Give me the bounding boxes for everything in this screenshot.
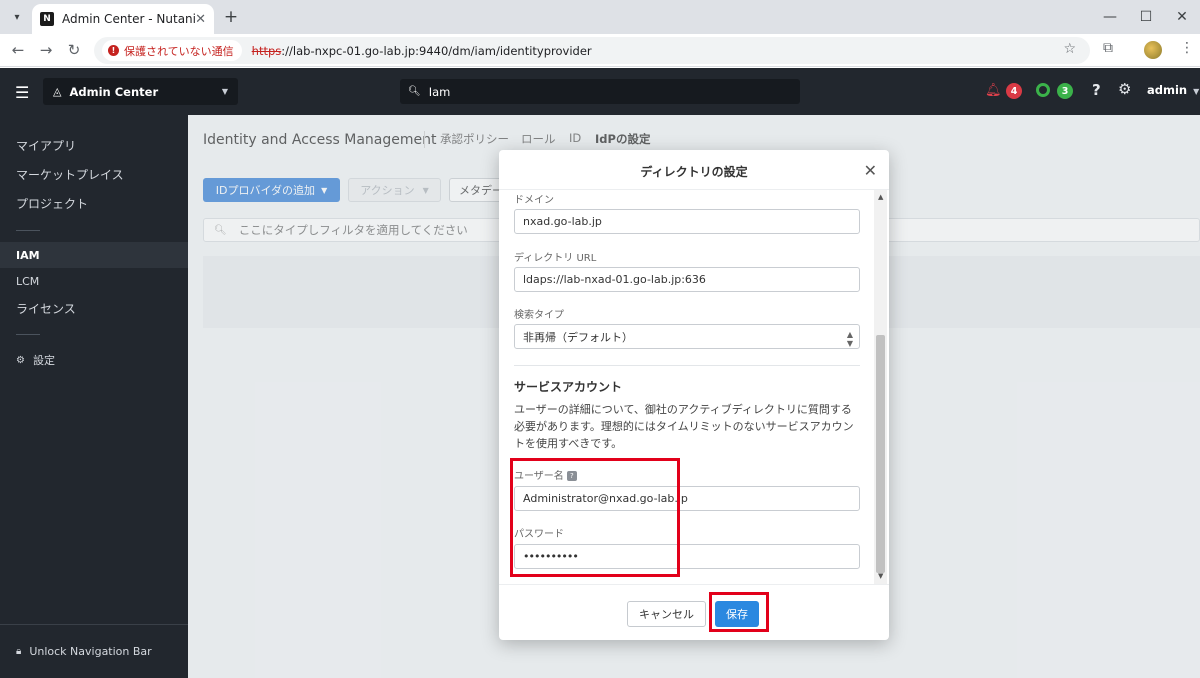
admin-center-icon: ◬ bbox=[53, 85, 62, 98]
search-type-value: 非再帰（デフォルト） bbox=[523, 330, 633, 344]
section-divider bbox=[514, 365, 860, 366]
bookmark-star-icon[interactable]: ☆ bbox=[1063, 41, 1076, 57]
security-label: 保護されていない通信 bbox=[124, 44, 234, 58]
help-icon[interactable]: ? bbox=[1092, 81, 1101, 99]
sidebar-divider bbox=[16, 230, 40, 231]
sidebar-divider bbox=[16, 334, 40, 335]
global-search-input[interactable]: 🔍︎ Iam bbox=[400, 79, 800, 104]
url-rest: ://lab-nxpc-01.go-lab.jp:9440/dm/iam/ide… bbox=[281, 43, 592, 58]
tasks-icon[interactable] bbox=[1036, 83, 1050, 97]
credentials-highlight-box bbox=[510, 458, 680, 577]
reload-button[interactable]: ↻ bbox=[62, 39, 86, 61]
sidebar-item-marketplace[interactable]: マーケットプレイス bbox=[0, 161, 188, 187]
alerts-count-badge[interactable]: 4 bbox=[1006, 83, 1022, 99]
sidebar-item-iam[interactable]: IAM bbox=[0, 242, 188, 268]
sidebar-item-settings[interactable]: ⚙ 設定 bbox=[0, 347, 188, 373]
app-switcher[interactable]: ◬ Admin Center ▼ bbox=[43, 78, 238, 105]
dialog-title: ディレクトリの設定 bbox=[640, 165, 748, 179]
unlock-navigation-bar[interactable]: 🔒︎ Unlock Navigation Bar bbox=[0, 624, 188, 678]
profile-avatar[interactable] bbox=[1144, 41, 1162, 59]
app-header: ☰ ◬ Admin Center ▼ 🔍︎ Iam 🔔︎ 4 3 ? ⚙ adm… bbox=[0, 68, 1200, 115]
extensions-icon[interactable]: ⧉ bbox=[1103, 40, 1113, 56]
sidebar-item-label: 設定 bbox=[32, 354, 55, 367]
browser-toolbar: ← → ↻ ! 保護されていない通信 https://lab-nxpc-01.g… bbox=[0, 34, 1200, 67]
chevron-down-icon: ▾ bbox=[14, 11, 20, 23]
search-icon: 🔍︎ bbox=[408, 86, 421, 97]
tab-title: Admin Center - Nutanix bbox=[62, 12, 196, 26]
search-type-label: 検索タイプ bbox=[514, 310, 564, 321]
tab-close-icon[interactable]: ✕ bbox=[195, 12, 206, 27]
gear-icon: ⚙ bbox=[16, 354, 25, 366]
chevron-down-icon: ▼ bbox=[221, 87, 228, 96]
lock-icon: 🔒︎ bbox=[16, 646, 22, 657]
service-account-description: ユーザーの詳細について、御社のアクティブディレクトリに質問する必要があります。理… bbox=[514, 403, 854, 450]
global-search-value: Iam bbox=[428, 84, 451, 99]
directory-url-field[interactable]: ldaps://lab-nxad-01.go-lab.jp:636 bbox=[514, 267, 860, 292]
sidebar-item-projects[interactable]: プロジェクト bbox=[0, 190, 188, 216]
sidebar: マイアプリ マーケットプレイス プロジェクト IAM LCM ライセンス ⚙ 設定… bbox=[0, 115, 188, 678]
service-account-title: サービスアカウント bbox=[514, 380, 623, 394]
cancel-button[interactable]: キャンセル bbox=[627, 601, 706, 627]
dialog-footer: キャンセル 保存 bbox=[499, 584, 889, 640]
sidebar-item-lcm[interactable]: LCM bbox=[0, 268, 188, 294]
gear-icon[interactable]: ⚙ bbox=[1118, 80, 1131, 98]
warning-icon: ! bbox=[108, 45, 119, 56]
user-name: admin bbox=[1147, 83, 1188, 97]
url-text: https://lab-nxpc-01.go-lab.jp:9440/dm/ia… bbox=[252, 44, 592, 58]
security-chip[interactable]: ! 保護されていない通信 bbox=[102, 40, 242, 61]
maximize-button[interactable]: ☐ bbox=[1134, 6, 1158, 28]
close-icon[interactable]: ✕ bbox=[864, 161, 877, 180]
more-menu-icon[interactable]: ⋮ bbox=[1180, 40, 1194, 56]
scroll-down-icon[interactable]: ▼ bbox=[878, 572, 883, 580]
dialog-header: ディレクトリの設定 ✕ bbox=[499, 150, 889, 190]
back-button[interactable]: ← bbox=[6, 39, 30, 61]
scroll-up-icon[interactable]: ▲ bbox=[878, 193, 883, 201]
sidebar-item-license[interactable]: ライセンス bbox=[0, 295, 188, 321]
domain-field[interactable]: nxad.go-lab.jp bbox=[514, 209, 860, 234]
minimize-button[interactable]: — bbox=[1098, 6, 1122, 28]
chevron-down-icon: ▼ bbox=[1193, 87, 1200, 96]
save-highlight-box bbox=[709, 592, 769, 632]
forward-button[interactable]: → bbox=[34, 39, 58, 61]
bell-icon[interactable]: 🔔︎ bbox=[985, 83, 1002, 98]
unlock-label: Unlock Navigation Bar bbox=[29, 645, 152, 658]
user-menu[interactable]: admin ▼ bbox=[1147, 83, 1199, 97]
app-switcher-label: Admin Center bbox=[69, 84, 159, 99]
hamburger-menu-icon[interactable]: ☰ bbox=[15, 83, 29, 102]
directory-url-label: ディレクトリ URL bbox=[514, 253, 597, 264]
scrollbar-thumb[interactable] bbox=[876, 335, 885, 573]
select-arrows-icon: ▲ ▼ bbox=[846, 330, 853, 348]
browser-tabstrip: ▾ N Admin Center - Nutanix ✕ + — ☐ ✕ bbox=[0, 0, 1200, 34]
close-window-button[interactable]: ✕ bbox=[1170, 6, 1194, 28]
url-scheme: https bbox=[251, 43, 282, 58]
tasks-count-badge[interactable]: 3 bbox=[1057, 83, 1073, 99]
tab-search-button[interactable]: ▾ bbox=[6, 6, 28, 28]
nutanix-favicon-icon: N bbox=[40, 12, 54, 26]
browser-tab[interactable]: N Admin Center - Nutanix ✕ bbox=[32, 4, 214, 34]
address-bar[interactable]: ! 保護されていない通信 https://lab-nxpc-01.go-lab.… bbox=[94, 37, 1090, 64]
domain-label: ドメイン bbox=[514, 195, 554, 206]
search-type-select[interactable]: 非再帰（デフォルト） ▲ ▼ bbox=[514, 324, 860, 349]
sidebar-item-my-apps[interactable]: マイアプリ bbox=[0, 132, 188, 158]
new-tab-button[interactable]: + bbox=[220, 6, 242, 28]
